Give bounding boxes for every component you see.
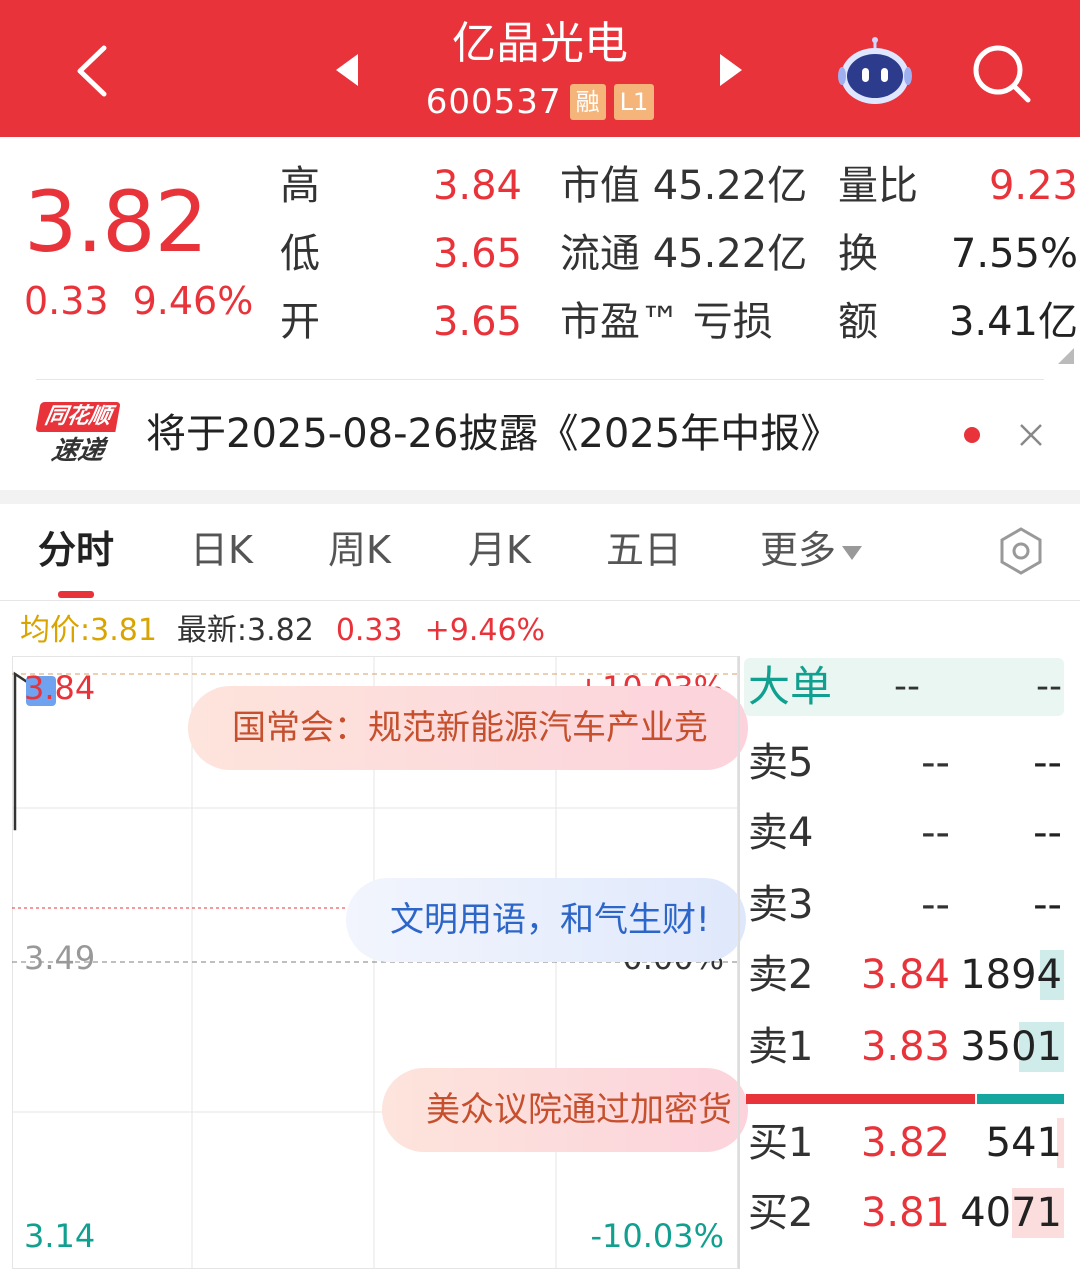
- stock-detail-page: 亿晶光电 600537 融 L1 3.82 0.33 9.46% 高 3.84 …: [0, 0, 1080, 1269]
- buy-sell-ratio-bar: [746, 1094, 1064, 1104]
- pct-axis-low-label: -10.03%: [590, 1217, 724, 1255]
- buy-1-row: 买1 3.82 541: [748, 1118, 1064, 1168]
- latest-change-percent: +9.46%: [424, 613, 546, 648]
- y-axis-mid-label: 3.49: [24, 939, 96, 977]
- expand-corner-icon[interactable]: [1058, 348, 1074, 364]
- high-value: 3.84: [432, 163, 522, 209]
- chart-settings-icon[interactable]: [996, 526, 1046, 576]
- intraday-info-line: 均价:3.81 最新:3.82 0.33 +9.46%: [20, 610, 545, 652]
- dropdown-arrow-icon: [842, 545, 863, 560]
- average-price: 均价:3.81: [20, 613, 157, 648]
- low-value: 3.65: [432, 231, 522, 277]
- pe-ratio: 市盈™ 亏损: [560, 299, 773, 345]
- next-stock-icon[interactable]: [712, 50, 748, 90]
- tab-intraday[interactable]: 分时: [38, 522, 114, 578]
- tab-weekly-k[interactable]: 周K: [328, 522, 391, 578]
- current-price: 3.82: [24, 173, 208, 271]
- y-axis-high-label: 3.84: [24, 669, 96, 707]
- tab-monthly-k[interactable]: 月K: [468, 522, 531, 578]
- low-label: 低: [280, 231, 320, 277]
- price-change: 0.33 9.46%: [24, 274, 253, 328]
- open-label: 开: [280, 299, 320, 345]
- previous-stock-icon[interactable]: [330, 50, 366, 90]
- back-arrow-icon[interactable]: [60, 36, 130, 106]
- order-book: 大单 -- -- 卖5 -- -- 卖4 -- -- 卖3 -- -- 卖2 3…: [738, 656, 1080, 1269]
- news-headline[interactable]: 将于2025-08-26披露《2025年中报》: [146, 406, 840, 462]
- divider: [36, 379, 1044, 380]
- margin-tag: 融: [569, 84, 606, 120]
- unread-dot-icon: [964, 427, 980, 443]
- volume-ratio-value: 9.23: [988, 163, 1078, 209]
- tab-daily-k[interactable]: 日K: [190, 522, 253, 578]
- high-label: 高: [280, 163, 320, 209]
- quote-row: 开 3.65 市盈™ 亏损 额 3.41亿: [280, 292, 1080, 352]
- stock-subtitle: 600537 融 L1: [380, 82, 700, 122]
- sell-1-row: 卖1 3.83 3501: [748, 1022, 1064, 1072]
- market-cap: 市值 45.22亿: [560, 163, 808, 209]
- assistant-robot-icon[interactable]: [838, 36, 912, 106]
- big-order-row[interactable]: 大单 -- --: [744, 658, 1064, 716]
- big-order-volume: --: [1036, 666, 1062, 707]
- active-tab-indicator: [58, 591, 94, 598]
- divider: [0, 600, 1080, 601]
- news-bubble[interactable]: 美众议院通过加密货: [382, 1068, 748, 1152]
- float-cap: 流通 45.22亿: [560, 231, 808, 277]
- ths-express-logo: 同花顺 速递: [35, 402, 121, 472]
- quote-row: 高 3.84 市值 45.22亿 量比 9.23: [280, 156, 1080, 216]
- turnover-label: 换: [838, 231, 878, 277]
- latest-change: 0.33: [335, 613, 403, 648]
- volume-ratio-label: 量比: [838, 163, 918, 209]
- latest-price: 最新:3.82: [176, 613, 314, 648]
- turnover-value: 7.55%: [950, 231, 1078, 277]
- section-gap: [0, 490, 1080, 504]
- sell-5-row: 卖5 -- --: [748, 740, 1062, 786]
- y-axis-low-label: 3.14: [24, 1217, 96, 1255]
- quote-row: 低 3.65 流通 45.22亿 换 7.55%: [280, 224, 1080, 284]
- stock-code: 600537: [425, 82, 562, 122]
- intraday-chart[interactable]: 3.84 3.49 3.14 +10.03% 0.00% -10.03% 国常会…: [12, 656, 748, 1269]
- sell-4-row: 卖4 -- --: [748, 810, 1062, 856]
- search-icon[interactable]: [966, 38, 1036, 108]
- top-bar: 亿晶光电 600537 融 L1: [0, 0, 1080, 137]
- amount-value: 3.41亿: [948, 299, 1078, 345]
- level-tag: L1: [613, 84, 655, 120]
- message-bubble[interactable]: 文明用语，和气生财!: [346, 878, 746, 962]
- close-icon[interactable]: [1016, 420, 1046, 450]
- change-amount: 0.33: [24, 279, 109, 323]
- big-order-price: --: [894, 666, 920, 707]
- change-percent: 9.46%: [132, 279, 254, 323]
- tab-more[interactable]: 更多: [760, 522, 863, 578]
- tab-five-day[interactable]: 五日: [606, 522, 682, 578]
- amount-label: 额: [838, 299, 878, 345]
- big-order-label: 大单: [748, 662, 833, 711]
- open-value: 3.65: [432, 299, 522, 345]
- buy-2-row: 买2 3.81 4071: [748, 1188, 1064, 1238]
- sell-3-row: 卖3 -- --: [748, 882, 1062, 928]
- sell-2-row: 卖2 3.84 1894: [748, 950, 1064, 1000]
- stock-name: 亿晶光电: [452, 18, 628, 69]
- news-bubble[interactable]: 国常会：规范新能源汽车产业竞: [188, 686, 748, 770]
